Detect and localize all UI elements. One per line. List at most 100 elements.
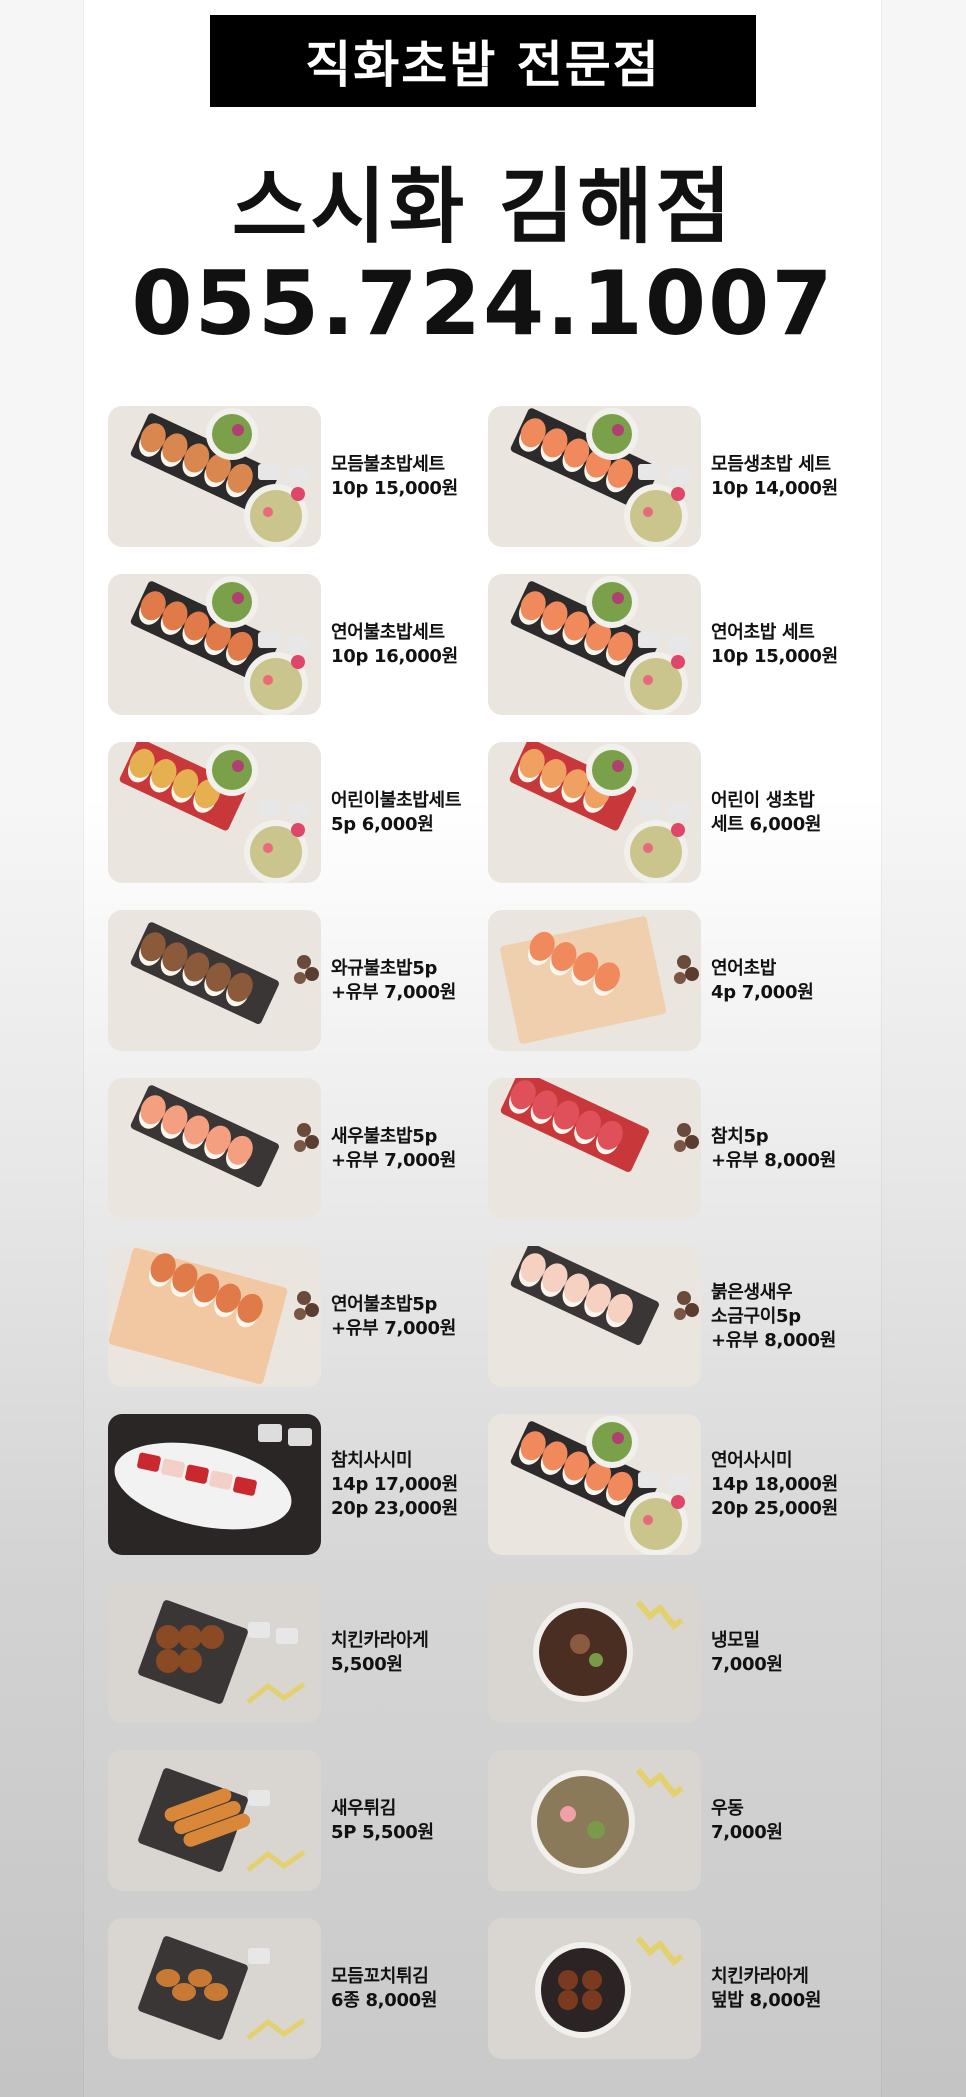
menu-item-name: 새우불초밥5p [331,1125,438,1147]
menu-item-price: 4p 7,000원 [711,981,814,1003]
menu-grid: 모듬불초밥세트 10p 15,000원 모듬생초밥 세트 10p 14,000원연어불… [108,406,868,2059]
menu-item-info: 새우불초밥5p +유부 7,000원 [331,1125,456,1173]
menu-item[interactable]: 모듬불초밥세트 10p 15,000원 [108,406,488,547]
shrimp-tempura-photo [108,1750,321,1891]
menu-item-name: 치킨카라아게 [331,1629,429,1651]
set-torched-salmon-photo [108,574,321,715]
food-illustration [130,576,310,715]
menu-item-info: 치킨카라아게 5,500원 [331,1629,429,1677]
menu-item[interactable]: 모듬생초밥 세트 10p 14,000원 [488,406,868,547]
menu-item-info: 냉모밀 7,000원 [711,1629,783,1677]
set-raw-platter-photo [488,406,701,547]
menu-item-price: 6종 8,000원 [331,1989,438,2011]
menu-item-price: 10p 15,000원 [331,477,458,499]
kids-torched-set-photo [108,742,321,883]
menu-item-price: +유부 7,000원 [331,981,456,1003]
phone-number[interactable]: 055.724.1007 [0,252,966,362]
menu-item-name: 와규불초밥5p [331,957,438,979]
menu-item[interactable]: 연어불초밥5p +유부 7,000원 [108,1246,488,1387]
menu-item-price: 소금구이5p [711,1305,801,1327]
menu-item[interactable]: 어린이불초밥세트 5p 6,000원 [108,742,488,883]
menu-item[interactable]: 어린이 생초밥 세트 6,000원 [488,742,868,883]
food-illustration [138,1600,306,1704]
menu-item-info: 연어사시미 14p 18,000원 20p 25,000원 [711,1449,838,1521]
menu-item[interactable]: 연어초밥 세트 10p 15,000원 [488,574,868,715]
food-illustration [510,408,690,547]
menu-item-info: 연어불초밥세트 10p 16,000원 [331,621,458,669]
menu-item-price: +유부 7,000원 [331,1149,456,1171]
menu-item[interactable]: 와규불초밥5p +유부 7,000원 [108,910,488,1051]
menu-item[interactable]: 치킨카라아게 덮밥 8,000원 [488,1918,868,2059]
menu-item-name: 연어불초밥세트 [331,621,445,643]
menu-item-name: 연어불초밥5p [331,1293,438,1315]
menu-item-price: 5,500원 [331,1653,403,1675]
menu-item[interactable]: 냉모밀 7,000원 [488,1582,868,1723]
menu-item[interactable]: 참치5p +유부 8,000원 [488,1078,868,1219]
food-illustration [130,1085,319,1187]
food-illustration [114,1424,312,1530]
shrimp-sushi-photo [108,1078,321,1219]
menu-item-info: 어린이 생초밥 세트 6,000원 [711,789,821,837]
food-illustration [108,1247,319,1385]
menu-item-name: 모듬생초밥 세트 [711,453,831,475]
torched-salmon-sushi-photo [108,1246,321,1387]
menu-item-price: 10p 15,000원 [711,645,838,667]
red-shrimp-sushi-photo [488,1246,701,1387]
menu-item-info: 연어초밥 4p 7,000원 [711,957,814,1005]
menu-poster: 직화초밥 전문점 스시화 김해점 055.724.1007 모듬불초밥세트 10p… [0,0,966,2097]
food-illustration [535,1936,684,2038]
menu-item-info: 모듬불초밥세트 10p 15,000원 [331,453,458,501]
menu-item-info: 연어초밥 세트 10p 15,000원 [711,621,838,669]
menu-item-name: 참치사시미 [331,1449,413,1471]
kids-raw-set-photo [488,742,701,883]
salmon-sashimi-photo [488,1414,701,1555]
food-illustration [510,1416,690,1555]
menu-item-price: 20p 23,000원 [331,1497,458,1519]
menu-item-price: 5P 5,500원 [331,1821,434,1843]
set-torched-platter-photo [108,406,321,547]
menu-item[interactable]: 새우불초밥5p +유부 7,000원 [108,1078,488,1219]
menu-item-name: 어린이불초밥세트 [331,789,462,811]
food-illustration [130,408,310,547]
menu-item[interactable]: 연어사시미 14p 18,000원 20p 25,000원 [488,1414,868,1555]
menu-item-info: 새우튀김 5P 5,500원 [331,1797,434,1845]
food-illustration [499,916,699,1044]
menu-item-name: 연어초밥 [711,957,777,979]
food-illustration [119,742,310,883]
menu-item-name: 연어사시미 [711,1449,793,1471]
menu-item[interactable]: 치킨카라아게 5,500원 [108,1582,488,1723]
menu-item-price: 덮밥 8,000원 [711,1989,822,2011]
food-illustration [500,1078,699,1172]
menu-item-price: 14p 17,000원 [331,1473,458,1495]
menu-item-info: 붉은생새우 소금구이5p +유부 8,000원 [711,1281,836,1353]
menu-item-info: 연어불초밥5p +유부 7,000원 [331,1293,456,1341]
menu-item[interactable]: 모듬꼬치튀김 6종 8,000원 [108,1918,488,2059]
menu-item-name: 붉은생새우 [711,1281,793,1303]
menu-item-price: 14p 18,000원 [711,1473,838,1495]
food-illustration [510,576,690,715]
menu-item-name: 모듬꼬치튀김 [331,1965,429,1987]
menu-item-info: 모듬꼬치튀김 6종 8,000원 [331,1965,437,2013]
food-illustration [138,1768,306,1872]
menu-item-info: 참치사시미 14p 17,000원 20p 23,000원 [331,1449,458,1521]
menu-item[interactable]: 붉은생새우 소금구이5p +유부 8,000원 [488,1246,868,1387]
menu-item-price: 세트 6,000원 [711,813,822,835]
set-salmon-photo [488,574,701,715]
menu-item[interactable]: 새우튀김 5P 5,500원 [108,1750,488,1891]
menu-item-price: +유부 8,000원 [711,1149,836,1171]
menu-item[interactable]: 연어초밥 4p 7,000원 [488,910,868,1051]
menu-item[interactable]: 우동 7,000원 [488,1750,868,1891]
menu-item[interactable]: 연어불초밥세트 10p 16,000원 [108,574,488,715]
menu-item-info: 참치5p +유부 8,000원 [711,1125,836,1173]
menu-item-price: 5p 6,000원 [331,813,434,835]
udon-photo [488,1750,701,1891]
karaage-rice-bowl-photo [488,1918,701,2059]
food-illustration [138,1936,306,2040]
menu-item-name: 연어초밥 세트 [711,621,815,643]
skewer-tempura-photo [108,1918,321,2059]
menu-item-price: +유부 8,000원 [711,1329,836,1351]
menu-item-info: 우동 7,000원 [711,1797,783,1845]
salmon-sushi-photo [488,910,701,1051]
menu-item[interactable]: 참치사시미 14p 17,000원 20p 23,000원 [108,1414,488,1555]
menu-item-info: 어린이불초밥세트 5p 6,000원 [331,789,461,837]
